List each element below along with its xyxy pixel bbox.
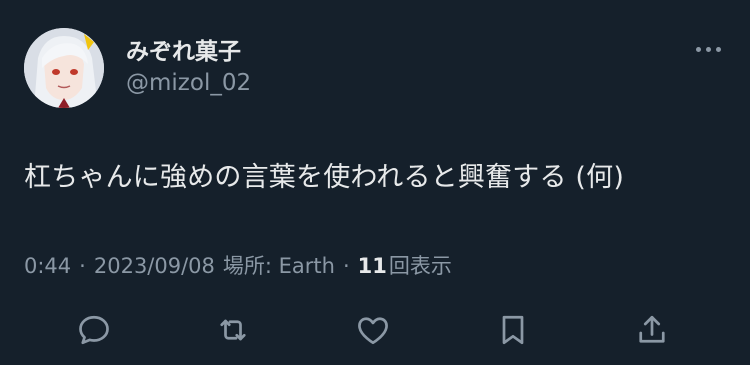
tweet-meta: 0:44 · 2023/09/08 場所: Earth · 11 回表示: [24, 250, 452, 280]
heart-icon: [358, 317, 388, 345]
reply-button[interactable]: [69, 305, 119, 355]
views-label[interactable]: 回表示: [389, 250, 452, 280]
avatar-image: [24, 28, 104, 108]
tweet-location: 場所: Earth: [222, 254, 335, 278]
like-button[interactable]: [348, 305, 398, 355]
retweet-button[interactable]: [208, 305, 258, 355]
meta-separator: ·: [79, 254, 86, 278]
author-handle[interactable]: @mizol_02: [126, 70, 251, 96]
more-dot-icon: [695, 46, 701, 52]
tweet-date[interactable]: 2023/09/08: [94, 254, 215, 278]
tweet-text: 杠ちゃんに強めの言葉を使われると興奮する (何): [24, 162, 625, 193]
speech-bubble-icon: [79, 315, 109, 345]
tweet-time[interactable]: 0:44: [24, 254, 71, 278]
meta-separator: ·: [342, 254, 350, 278]
views-count[interactable]: 11: [358, 254, 387, 278]
more-dot-icon: [705, 46, 711, 52]
bookmark-icon: [502, 315, 524, 345]
share-button[interactable]: [627, 305, 677, 355]
author-display-name[interactable]: みぞれ菓子: [126, 32, 241, 66]
more-options-button[interactable]: [688, 36, 728, 62]
more-dot-icon: [715, 46, 721, 52]
bookmark-button[interactable]: [488, 305, 538, 355]
avatar[interactable]: [24, 28, 104, 108]
action-bar: [0, 305, 750, 355]
share-icon: [639, 315, 665, 343]
retweet-icon: [220, 319, 246, 341]
